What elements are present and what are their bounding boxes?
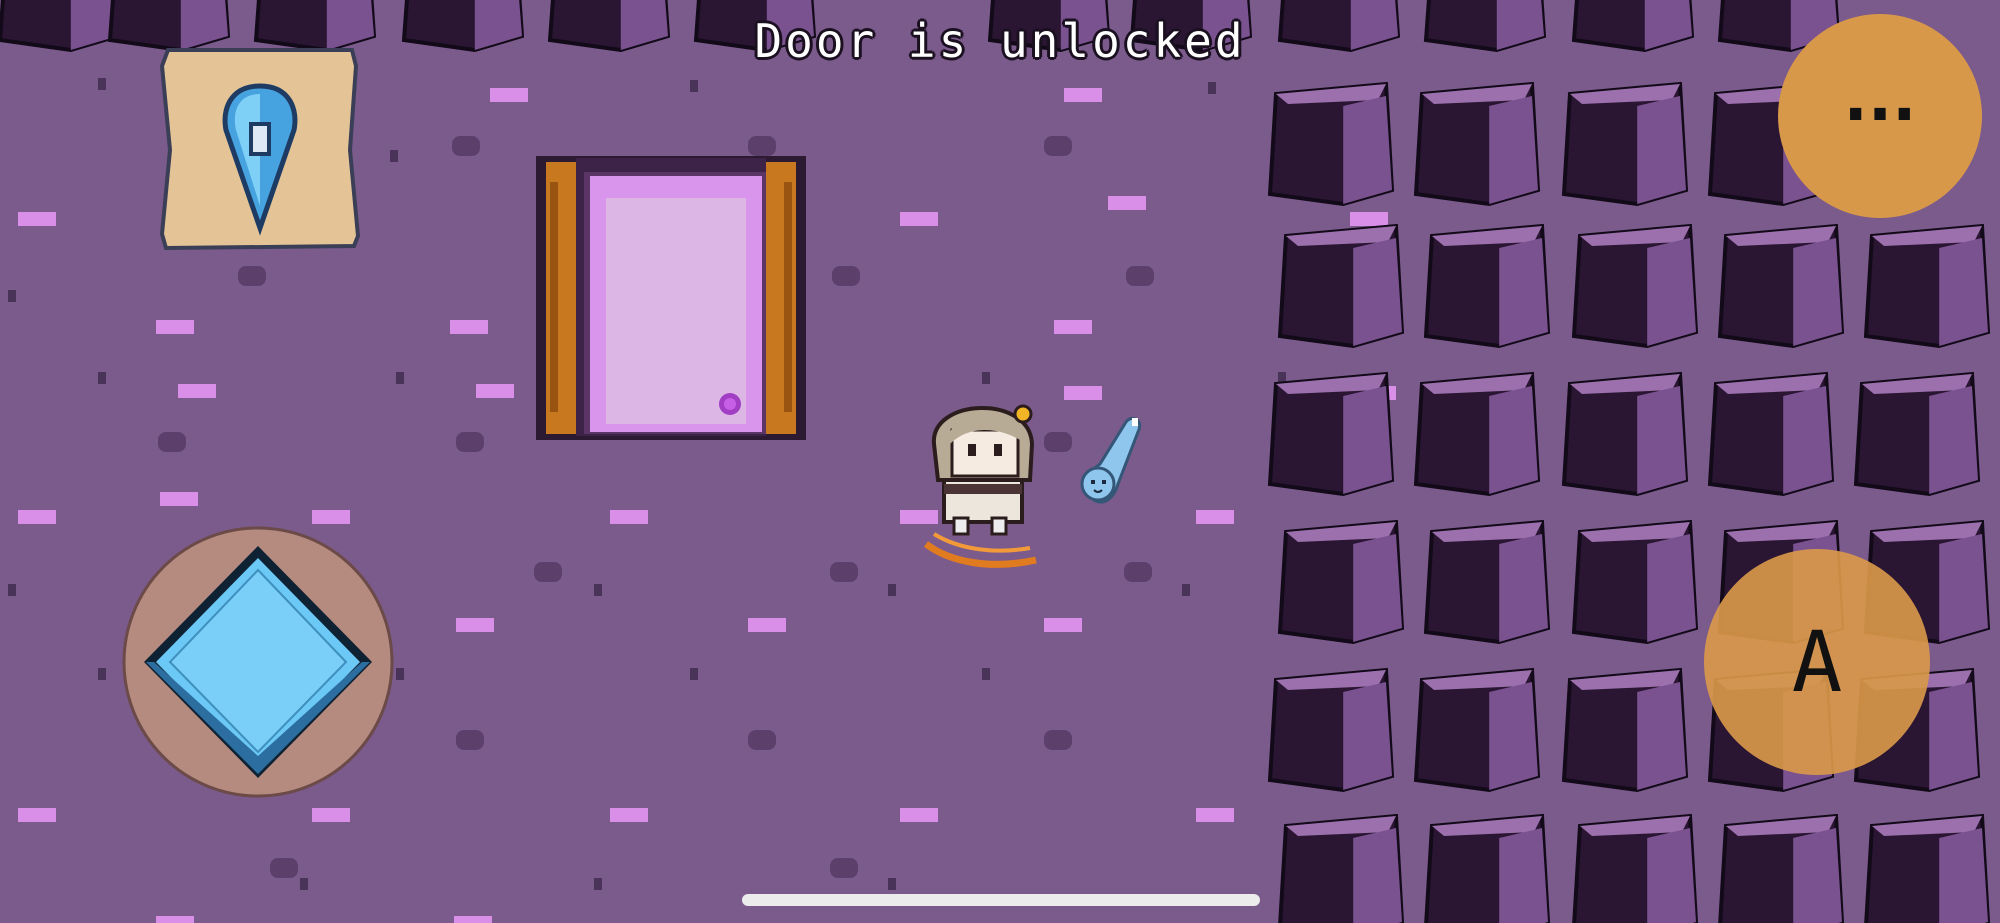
map-button[interactable] [158,46,362,252]
status-message: Door is unlocked [754,14,1246,68]
crystal-rock [1561,667,1689,793]
game-scene: Door is unlocked ... A [0,0,2000,923]
seal-companion [1080,416,1141,504]
crystal-rock [1413,371,1541,497]
menu-button[interactable]: ... [1778,14,1982,218]
crystal-rock [1413,667,1541,793]
crystal-rock [1267,667,1395,793]
crystal-rock [1707,371,1835,497]
crystal-rock [1267,81,1395,207]
crystal-rock [1571,223,1699,349]
crystal-rock [1864,813,1991,923]
crystal-rock [1277,223,1405,349]
crystal-rock [1571,519,1699,645]
player-character [923,404,1037,568]
diamond-dpad-icon [122,526,394,798]
crystal-rock [1423,519,1551,645]
crystal-rock [1423,223,1551,349]
crystal-rock [1718,813,1845,923]
dpad-control[interactable] [122,526,394,798]
crystal-rock [1424,813,1551,923]
unlocked-door[interactable] [528,152,814,446]
crystal-rock [1267,371,1395,497]
crystal-rock [1717,223,1845,349]
crystal-rock [1853,371,1981,497]
map-pin-icon [159,48,361,251]
crystal-rock [1561,81,1689,207]
crystal-rock [1413,81,1541,207]
crystal-rock [1572,813,1699,923]
home-indicator-bar[interactable] [742,894,1260,906]
crystal-rock [1278,813,1405,923]
crystal-rock [1863,223,1991,349]
crystal-rock [1277,519,1405,645]
crystal-rock [1561,371,1689,497]
action-a-button[interactable]: A [1704,549,1930,775]
